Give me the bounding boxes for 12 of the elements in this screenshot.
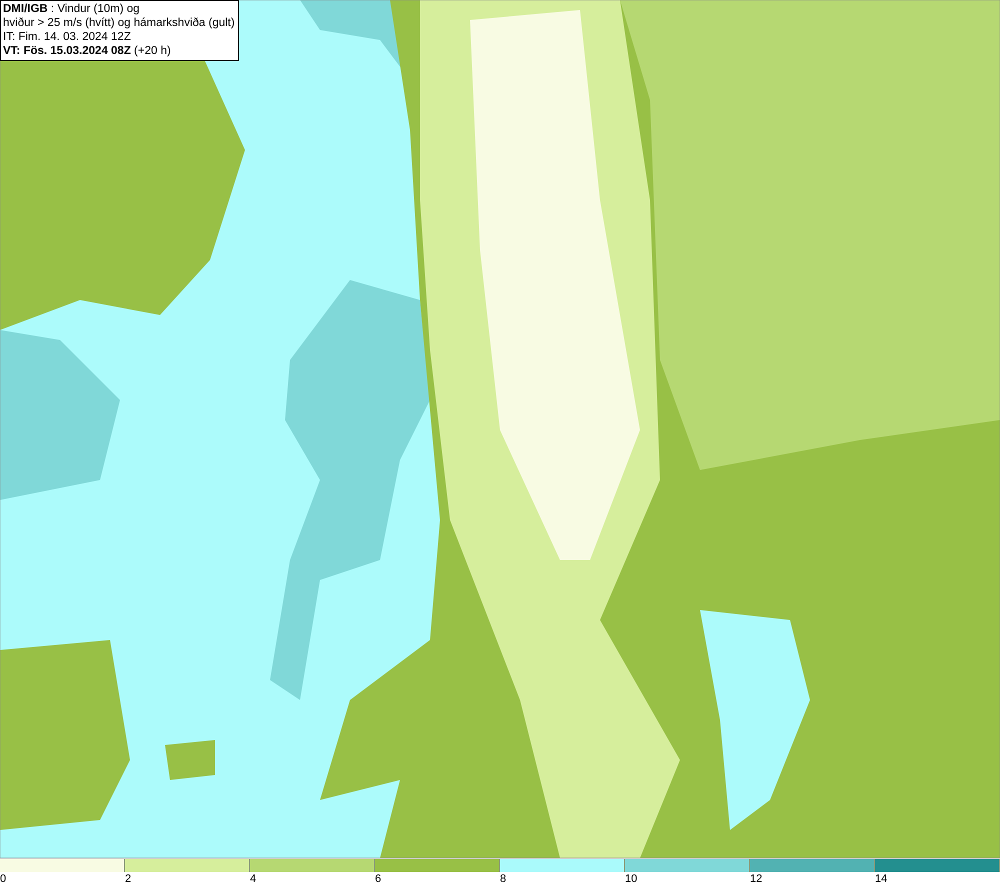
legend-label: 6: [375, 873, 382, 885]
title-line: DMI/IGB : Vindur (10m) og: [3, 2, 141, 16]
legend-label: 2: [125, 873, 132, 885]
title-line: VT: Fös. 15.03.2024 08Z (+20 h): [3, 44, 172, 58]
legend-label: 14: [875, 873, 888, 885]
legend-label: 4: [250, 873, 256, 885]
title-line: IT: Fim. 14. 03. 2024 12Z: [3, 30, 132, 44]
legend-label: 12: [750, 873, 762, 885]
title-line: hviður > 25 m/s (hvítt) og hámarkshviða (gult): [3, 16, 235, 30]
legend-label: 8: [500, 873, 506, 885]
legend-label: 10: [625, 873, 638, 885]
legend-label: 0: [0, 873, 6, 885]
